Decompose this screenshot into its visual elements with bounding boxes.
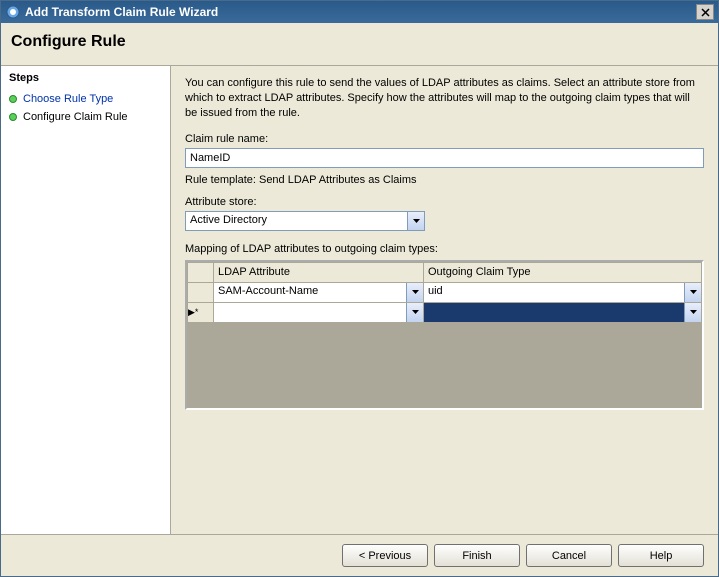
wizard-window: Add Transform Claim Rule Wizard Configur…: [0, 0, 719, 577]
grid-row[interactable]: SAM-Account-Name uid: [188, 282, 702, 302]
ldap-attribute-value: [214, 303, 406, 322]
mapping-label: Mapping of LDAP attributes to outgoing c…: [185, 243, 704, 255]
ldap-attribute-value: SAM-Account-Name: [214, 283, 406, 302]
wizard-footer: < Previous Finish Cancel Help: [1, 534, 718, 576]
rule-name-input[interactable]: [185, 148, 704, 168]
cancel-button[interactable]: Cancel: [526, 544, 612, 567]
grid-corner: [188, 262, 214, 282]
dropdown-button[interactable]: [684, 303, 701, 322]
rule-name-label: Claim rule name:: [185, 133, 704, 145]
col-ldap-attribute[interactable]: LDAP Attribute: [214, 262, 424, 282]
new-row-indicator-icon: ▶*: [188, 307, 198, 318]
window-title: Add Transform Claim Rule Wizard: [25, 5, 696, 19]
ldap-attribute-cell[interactable]: SAM-Account-Name: [214, 282, 424, 302]
close-button[interactable]: [696, 4, 714, 20]
row-header[interactable]: [188, 282, 214, 302]
dropdown-button[interactable]: [406, 303, 423, 322]
attribute-store-combo[interactable]: Active Directory: [185, 211, 425, 231]
mapping-grid-container: LDAP Attribute Outgoing Claim Type SAM-A…: [185, 260, 704, 410]
col-outgoing-claim[interactable]: Outgoing Claim Type: [424, 262, 702, 282]
step-bullet-icon: [9, 95, 17, 103]
step-label: Configure Claim Rule: [23, 111, 128, 123]
finish-button[interactable]: Finish: [434, 544, 520, 567]
steps-heading: Steps: [9, 72, 162, 84]
ldap-attribute-cell[interactable]: [214, 302, 424, 322]
title-bar: Add Transform Claim Rule Wizard: [1, 1, 718, 23]
step-choose-rule-type[interactable]: Choose Rule Type: [9, 90, 162, 108]
outgoing-claim-value: [424, 303, 684, 322]
description-text: You can configure this rule to send the …: [185, 76, 704, 121]
outgoing-claim-cell[interactable]: [424, 302, 702, 322]
grid-header-row: LDAP Attribute Outgoing Claim Type: [188, 262, 702, 282]
dropdown-button[interactable]: [684, 283, 701, 302]
step-label: Choose Rule Type: [23, 93, 113, 105]
outgoing-claim-value: uid: [424, 283, 684, 302]
row-header-new[interactable]: ▶*: [188, 302, 214, 322]
outgoing-claim-cell[interactable]: uid: [424, 282, 702, 302]
rule-template-text: Rule template: Send LDAP Attributes as C…: [185, 174, 704, 186]
grid-row-new[interactable]: ▶*: [188, 302, 702, 322]
attribute-store-label: Attribute store:: [185, 196, 704, 208]
page-title: Configure Rule: [11, 33, 708, 51]
help-button[interactable]: Help: [618, 544, 704, 567]
step-configure-claim-rule[interactable]: Configure Claim Rule: [9, 108, 162, 126]
attribute-store-value: Active Directory: [186, 212, 407, 230]
previous-button[interactable]: < Previous: [342, 544, 428, 567]
main-panel: You can configure this rule to send the …: [171, 66, 718, 534]
dropdown-button[interactable]: [407, 212, 424, 230]
wizard-body: Steps Choose Rule Type Configure Claim R…: [1, 66, 718, 534]
dropdown-button[interactable]: [406, 283, 423, 302]
app-icon: [5, 4, 21, 20]
step-bullet-icon: [9, 113, 17, 121]
mapping-grid[interactable]: LDAP Attribute Outgoing Claim Type SAM-A…: [187, 262, 702, 323]
wizard-header: Configure Rule: [1, 23, 718, 66]
steps-sidebar: Steps Choose Rule Type Configure Claim R…: [1, 66, 171, 534]
grid-empty-area: [187, 323, 702, 408]
